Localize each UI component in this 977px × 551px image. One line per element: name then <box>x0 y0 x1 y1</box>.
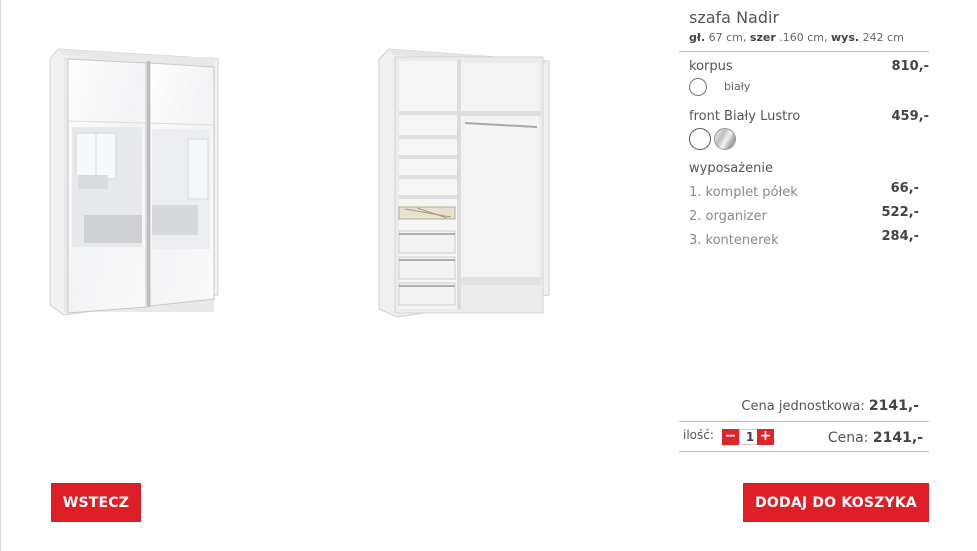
quantity-label: ilość: <box>683 428 714 442</box>
equipment-item-name: 2. organizer <box>689 209 767 224</box>
front-label: front Biały Lustro <box>689 109 801 124</box>
depth-value: 67 cm, <box>708 31 747 44</box>
quantity-increase-button[interactable]: + <box>757 429 774 445</box>
product-title: szafa Nadir <box>689 8 780 27</box>
quantity-decrease-button[interactable]: − <box>722 429 739 445</box>
wardrobe-interior-image <box>378 48 550 318</box>
korpus-swatch-white[interactable] <box>689 78 707 96</box>
unit-price-row: Cena jednostkowa: 2141,- <box>741 398 919 414</box>
unit-price-value: 2141,- <box>868 398 919 414</box>
total-price-value: 2141,- <box>872 430 923 446</box>
korpus-price: 810,- <box>891 59 929 74</box>
equipment-item-price: 66,- <box>890 181 919 196</box>
unit-price-label: Cena jednostkowa: <box>741 399 865 414</box>
front-swatch-mirror[interactable] <box>714 128 736 150</box>
equipment-heading: wyposażenie <box>689 161 773 176</box>
front-swatch-white[interactable] <box>689 128 711 150</box>
quantity-row: ilość: <box>683 428 714 442</box>
front-price: 459,- <box>891 109 929 124</box>
add-to-cart-button[interactable]: DODAJ DO KOSZYKA <box>743 483 929 522</box>
total-price-label: Cena: <box>827 430 869 446</box>
product-dimensions: gł. 67 cm, szer .160 cm, wys. 242 cm <box>689 31 904 44</box>
equipment-item-price: 522,- <box>881 205 919 220</box>
width-label: szer <box>749 31 776 44</box>
equipment-item-price: 284,- <box>881 229 919 244</box>
depth-label: gł. <box>689 31 706 44</box>
korpus-label: korpus <box>689 59 733 74</box>
wardrobe-closed-image <box>49 48 219 316</box>
korpus-swatch-name: biały <box>724 80 751 93</box>
divider <box>679 51 929 52</box>
width-value: .160 cm, <box>779 31 828 44</box>
divider <box>679 451 929 452</box>
total-price-row: Cena: 2141,- <box>828 430 923 446</box>
back-button[interactable]: WSTECZ <box>51 483 141 522</box>
equipment-item-name: 3. kontenerek <box>689 233 779 248</box>
equipment-item-name: 1. komplet półek <box>689 185 798 200</box>
frame-edge <box>0 0 1 551</box>
height-label: wys. <box>831 31 860 44</box>
divider <box>679 421 929 422</box>
height-value: 242 cm <box>862 31 904 44</box>
